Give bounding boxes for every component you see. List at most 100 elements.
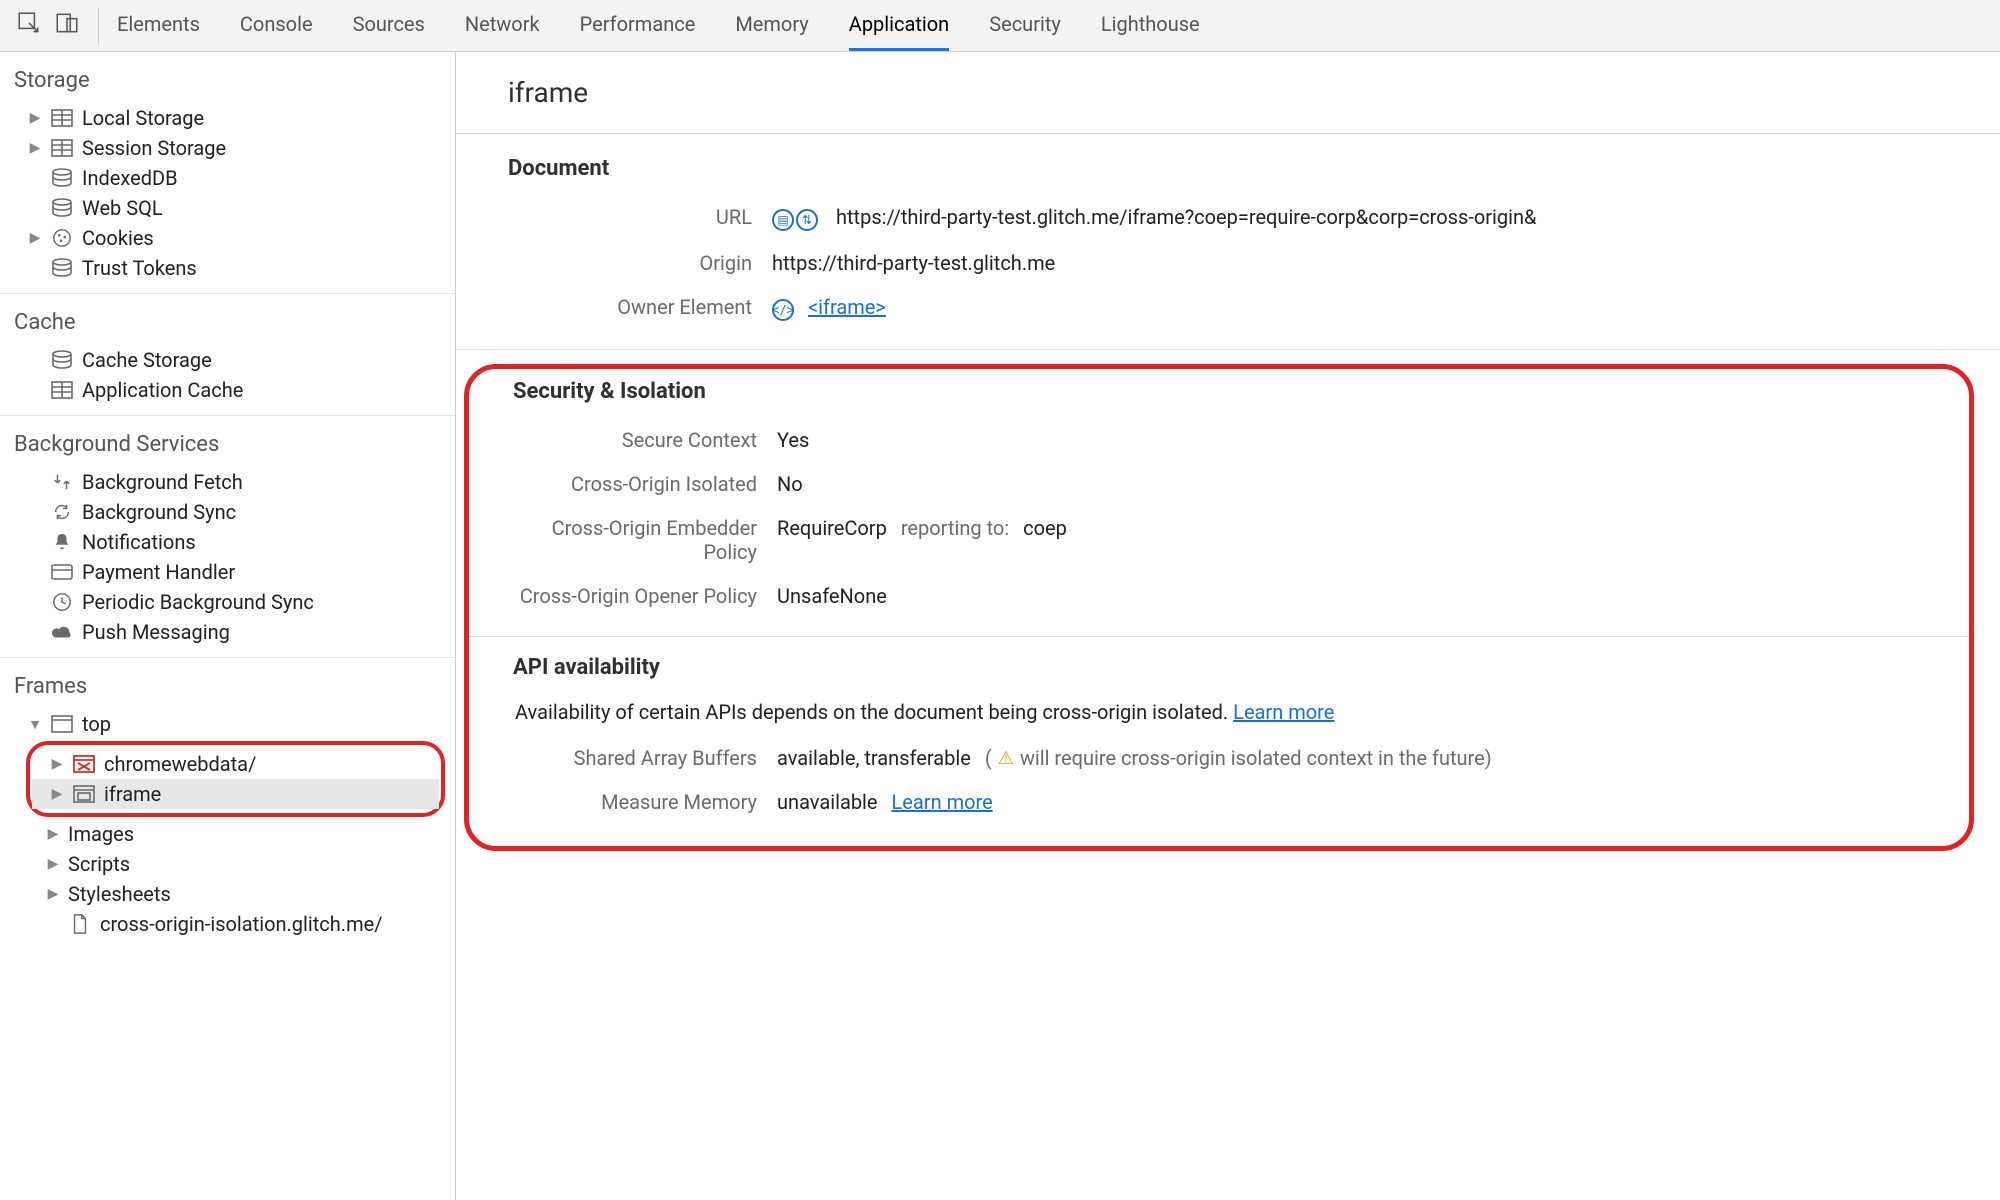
tab-application[interactable]: Application	[849, 0, 949, 51]
sidebar-local-storage[interactable]: ▶Local Storage	[0, 103, 455, 133]
coep-reporting-value: coep	[1023, 516, 1067, 540]
sidebar-payment[interactable]: Payment Handler	[0, 557, 455, 587]
sidebar-item-label: Cookies	[82, 226, 154, 250]
frames-scripts[interactable]: ▶Scripts	[0, 849, 455, 879]
sidebar-cache-storage[interactable]: Cache Storage	[0, 345, 455, 375]
sidebar-cookies[interactable]: ▶Cookies	[0, 223, 455, 253]
frames-stylesheets[interactable]: ▶Stylesheets	[0, 879, 455, 909]
section-bg: Background Services	[0, 424, 455, 467]
sidebar-item-label: Payment Handler	[82, 560, 235, 584]
coi-label: Cross-Origin Isolated	[513, 472, 777, 496]
sidebar-session-storage[interactable]: ▶Session Storage	[0, 133, 455, 163]
device-mode-icon[interactable]	[54, 10, 80, 41]
owner-label: Owner Element	[508, 295, 772, 319]
document-icon	[68, 914, 92, 934]
owner-link[interactable]: <iframe>	[808, 295, 886, 319]
coep-label: Cross-Origin Embedder Policy	[513, 516, 777, 564]
url-label: URL	[508, 205, 772, 229]
table-icon	[50, 380, 74, 400]
sidebar-item-label: Application Cache	[82, 378, 243, 402]
sidebar-item-label: iframe	[104, 782, 161, 806]
sidebar-websql[interactable]: Web SQL	[0, 193, 455, 223]
frames-iframe[interactable]: ▶iframe	[32, 779, 439, 809]
sidebar-app-cache[interactable]: Application Cache	[0, 375, 455, 405]
coep-reporting-label: reporting to:	[901, 516, 1009, 540]
frames-images[interactable]: ▶Images	[0, 819, 455, 849]
warning-triangle-icon: ⚠	[998, 748, 1014, 769]
inspect-icon[interactable]	[16, 10, 42, 41]
frames-chromewebdata[interactable]: ▶chromewebdata/	[32, 749, 439, 779]
sidebar-item-label: Background Sync	[82, 500, 236, 524]
section-frames: Frames	[0, 666, 455, 709]
sidebar-item-label: top	[82, 712, 111, 736]
sidebar-push[interactable]: Push Messaging	[0, 617, 455, 647]
secure-context-label: Secure Context	[513, 428, 777, 452]
tab-performance[interactable]: Performance	[580, 0, 696, 51]
security-heading: Security & Isolation	[513, 379, 1969, 418]
tab-sources[interactable]: Sources	[353, 0, 425, 51]
sidebar-item-label: Trust Tokens	[82, 256, 197, 280]
origin-value: https://third-party-test.glitch.me	[772, 251, 1055, 275]
bell-icon	[50, 532, 74, 552]
sidebar-item-label: Periodic Background Sync	[82, 590, 314, 614]
coop-label: Cross-Origin Opener Policy	[513, 584, 777, 608]
warning-icon: (	[985, 746, 992, 770]
tab-security[interactable]: Security	[989, 0, 1061, 51]
tab-network[interactable]: Network	[465, 0, 540, 51]
reveal-element-icon[interactable]: ▤	[772, 209, 794, 231]
url-value: https://third-party-test.glitch.me/ifram…	[836, 205, 1536, 229]
card-icon	[50, 562, 74, 582]
sidebar-item-label: Background Fetch	[82, 470, 243, 494]
database-icon	[50, 168, 74, 188]
fetch-icon	[50, 472, 74, 492]
tab-lighthouse[interactable]: Lighthouse	[1101, 0, 1200, 51]
sidebar-periodic-sync[interactable]: Periodic Background Sync	[0, 587, 455, 617]
sidebar-indexeddb[interactable]: IndexedDB	[0, 163, 455, 193]
sync-icon	[50, 502, 74, 522]
sidebar-item-label: Cache Storage	[82, 348, 212, 372]
reveal-network-icon[interactable]: ⇅	[796, 209, 818, 231]
frames-doc[interactable]: cross-origin-isolation.glitch.me/	[0, 909, 455, 939]
secure-context-value: Yes	[777, 428, 809, 452]
sidebar-notifications[interactable]: Notifications	[0, 527, 455, 557]
mm-learn-more[interactable]: Learn more	[892, 790, 993, 814]
sidebar-bg-sync[interactable]: Background Sync	[0, 497, 455, 527]
tab-elements[interactable]: Elements	[117, 0, 200, 51]
cloud-icon	[50, 622, 74, 642]
sidebar-item-label: Stylesheets	[68, 882, 171, 906]
devtools-tabs: Elements Console Sources Network Perform…	[117, 0, 1200, 51]
learn-more-link[interactable]: Learn more	[1233, 700, 1334, 724]
sidebar-trust-tokens[interactable]: Trust Tokens	[0, 253, 455, 283]
coop-value: UnsafeNone	[777, 584, 887, 608]
annotation-security: Security & Isolation Secure ContextYes C…	[464, 364, 1974, 851]
sidebar-bg-fetch[interactable]: Background Fetch	[0, 467, 455, 497]
mm-value: unavailable	[777, 790, 878, 814]
table-icon	[50, 108, 74, 128]
origin-label: Origin	[508, 251, 772, 275]
tab-console[interactable]: Console	[240, 0, 313, 51]
blocked-frame-icon	[72, 754, 96, 774]
section-storage: Storage	[0, 60, 455, 103]
coep-value: RequireCorp	[777, 516, 887, 540]
sidebar-item-label: chromewebdata/	[104, 752, 256, 776]
sab-warn: will require cross-origin isolated conte…	[1020, 746, 1492, 770]
code-icon[interactable]: </>	[772, 299, 794, 321]
table-icon	[50, 138, 74, 158]
sidebar-item-label: IndexedDB	[82, 166, 178, 190]
frame-name-heading: iframe	[456, 52, 2000, 134]
coi-value: No	[777, 472, 803, 496]
frames-top[interactable]: ▼top	[0, 709, 455, 739]
tab-memory[interactable]: Memory	[735, 0, 808, 51]
api-heading: API availability	[513, 637, 1969, 694]
database-icon	[50, 350, 74, 370]
sidebar-item-label: cross-origin-isolation.glitch.me/	[100, 912, 382, 936]
sidebar-item-label: Scripts	[68, 852, 130, 876]
sab-label: Shared Array Buffers	[513, 746, 777, 770]
sab-value: available, transferable	[777, 746, 971, 770]
sidebar-item-label: Images	[68, 822, 134, 846]
mm-label: Measure Memory	[513, 790, 777, 814]
window-icon	[50, 714, 74, 734]
toolbar-icons	[16, 8, 99, 44]
document-heading: Document	[508, 156, 2000, 195]
application-sidebar: Storage ▶Local Storage ▶Session Storage …	[0, 52, 456, 1200]
